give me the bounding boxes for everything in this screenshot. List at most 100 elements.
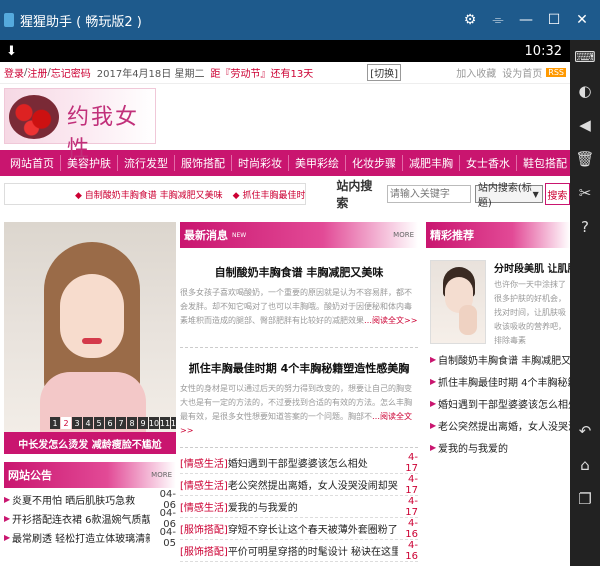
top-utility-bar: 登录 / 注册 / 忘记密码 2017年4月18日 星期二 距『劳动节』还有13… [0,62,570,84]
recommend-text[interactable]: 婚妇遇到干部型婆婆该怎么相处 [438,396,570,411]
recommend-text[interactable]: 自制酸奶丰胸食谱 丰胸减肥又美味 [438,352,570,367]
minimize-icon[interactable]: — [514,8,538,32]
slide-page[interactable]: 10 [149,417,159,429]
recommend-text[interactable]: 爱我的与我爱的 [438,440,570,455]
trash-icon[interactable]: 🗑 [570,142,600,176]
slide-page[interactable]: 9 [138,417,148,429]
notice-text[interactable]: 最常刷透 轻松打造立体玻璃清新浓 [12,530,150,545]
article-title[interactable]: 自制酸奶丰胸食谱 丰胸减肥又美味 [180,264,418,280]
news-more-link[interactable]: MORE [393,231,414,239]
scissors-icon[interactable]: ✂ [570,176,600,210]
pin-icon[interactable]: ⌯ [486,8,510,32]
site-logo[interactable]: 约我女性 [4,88,156,162]
feature-title[interactable]: 分时段美肌 让肌肤 [494,260,570,275]
maximize-icon[interactable]: ☐ [542,8,566,32]
slide-page[interactable]: 5 [94,417,104,429]
news-text[interactable]: 老公突然提出离婚，女人没哭没闹却哭了… [228,477,398,492]
nav-item[interactable]: 鞋包搭配 [517,155,570,171]
marquee-item[interactable]: ◆ 抓住丰胸最佳时期 4个丰胸秘籍塑 [233,188,306,201]
keyboard-icon[interactable]: ⌨ [570,40,600,74]
slide-page[interactable]: 2 [61,417,71,429]
article-summary: 很多女孩子喜欢喝酸奶，一个重要的原因就是认为不容易胖，都不会发胖。却不知它喝对了… [180,286,418,328]
list-item[interactable]: [情感生活] 爱我的与我爱的 4-17 [180,496,418,518]
login-link[interactable]: 登录 [4,65,24,80]
list-item[interactable]: ▶ 婚妇遇到干部型婆婆该怎么相处 [430,392,570,414]
slide-page[interactable]: 1 [50,417,60,429]
nav-item[interactable]: 服饰搭配 [175,155,232,171]
nav-item[interactable]: 女士香水 [460,155,517,171]
add-favorite-link[interactable]: 加入收藏 [456,65,496,80]
list-item[interactable]: ▶抓住丰胸最佳时期 4个丰胸秘籍塑 [430,370,570,392]
list-item[interactable]: ▶ 开衫搭配连衣裙 6款温婉气质靓搭 04-06 [4,508,176,530]
list-item[interactable]: ▶ 最常刷透 轻松打造立体玻璃清新浓 04-05 [4,527,176,549]
help-icon[interactable]: ? [570,210,600,244]
slide-page[interactable]: 11 [160,417,170,429]
volume-icon[interactable]: ◀ [570,108,600,142]
search-button[interactable]: 搜索 [544,183,570,205]
article-summary: 女性的身材是可以通过后天的努力得到改变的，想要让自己的胸变大也是有一定的方法的，… [180,382,418,438]
nav-item[interactable]: 化妆步骤 [346,155,403,171]
bullet-icon: ▶ [4,495,11,504]
hero-slideshow[interactable]: 123456789101112 [4,222,176,432]
list-item[interactable]: ▶老公突然提出离婚，女人没哭没闹 [430,414,570,436]
set-homepage-link[interactable]: 设为首页 [502,65,542,80]
slide-page[interactable]: 6 [105,417,115,429]
news-text[interactable]: 穿短不穿长让这个春天被薄外套圈粉了 [228,521,398,536]
diamond-icon: ◆ [75,190,85,201]
switch-button[interactable]: [切换] [367,64,402,81]
recommend-text[interactable]: 抓住丰胸最佳时期 4个丰胸秘籍塑 [438,374,570,389]
back-icon[interactable]: ↶ [570,414,600,448]
slide-page[interactable]: 8 [127,417,137,429]
emulator-sidebar: ⌨ ◐ ◀ 🗑 ✂ ? ↶ ⌂ ❐ [570,40,600,566]
nav-item[interactable]: 减肥丰胸 [403,155,460,171]
recommend-text[interactable]: 老公突然提出离婚，女人没哭没闹 [438,418,570,433]
news-text[interactable]: 爱我的与我爱的 [228,499,398,514]
list-item[interactable]: [服饰搭配] 穿短不穿长让这个春天被薄外套圈粉了 4-16 [180,518,418,540]
nav-item[interactable]: 时尚彩妆 [232,155,289,171]
nav-item[interactable]: 网站首页 [4,155,61,171]
forgot-password-link[interactable]: 忘记密码 [51,65,91,80]
close-icon[interactable]: ✕ [570,8,594,32]
register-link[interactable]: 注册 [27,65,47,80]
recent-apps-icon[interactable]: ❐ [570,482,600,516]
article-title[interactable]: 抓住丰胸最佳时期 4个丰胸秘籍塑造性感美胸 [180,360,418,376]
search-input[interactable] [386,185,471,203]
news-category[interactable]: [情感生活] [180,477,228,492]
notice-text[interactable]: 炎夏不用怕 晒后肌肤巧急救 [12,492,150,507]
settings-icon[interactable]: ⚙ [458,8,482,32]
search-scope-select[interactable]: 站内搜索(标题) ▼ [474,183,543,209]
nav-item[interactable]: 美甲彩绘 [289,155,346,171]
news-text[interactable]: 婚妇遇到干部型婆婆该怎么相处 [228,455,398,470]
news-text[interactable]: 平价可明星穿搭的时髦设计 秘诀在这里 [228,543,398,558]
notice-text[interactable]: 开衫搭配连衣裙 6款温婉气质靓搭 [12,511,150,526]
search-label: 站内搜索 [336,179,373,210]
window-controls: ⚙ ⌯ — ☐ ✕ [458,8,594,32]
list-item[interactable]: [情感生活] 婚妇遇到干部型婆婆该怎么相处 4-17 [180,452,418,474]
news-category[interactable]: [情感生活] [180,499,228,514]
news-category[interactable]: [服饰搭配] [180,543,228,558]
hero-caption[interactable]: 中长发怎么烫发 减龄瘦脸不尴尬 [4,432,176,454]
recommend-title: 精彩推荐 [430,229,474,242]
recommend-feature[interactable]: 分时段美肌 让肌肤 也许你一天中涂抹了很多护肤的好机会，找对时间，让肌肤吸收该吸… [430,256,570,346]
slide-page[interactable]: 4 [83,417,93,429]
list-item[interactable]: ▶ 爱我的与我爱的 [430,436,570,458]
list-item[interactable]: [服饰搭配] 平价可明星穿搭的时髦设计 秘诀在这里 4-16 [180,540,418,562]
slide-page[interactable]: 12 [171,417,176,429]
news-date: 4-16 [405,539,418,562]
marquee-item[interactable]: ◆ 自制酸奶丰胸食谱 丰胸减肥又美味 [75,188,223,201]
emulator-titlebar: 猩猩助手 ( 畅玩版2 ) ⚙ ⌯ — ☐ ✕ [0,0,600,40]
notice-more-link[interactable]: MORE [151,471,172,479]
news-category[interactable]: [服饰搭配] [180,521,228,536]
rss-icon[interactable]: RSS [546,68,566,77]
home-icon[interactable]: ⌂ [570,448,600,482]
slide-page[interactable]: 3 [72,417,82,429]
news-category[interactable]: [情感生活] [180,455,228,470]
slide-page[interactable]: 7 [116,417,126,429]
list-item[interactable]: ▶自制酸奶丰胸食谱 丰胸减肥又美味 [430,348,570,370]
list-item[interactable]: ▶ 炎夏不用怕 晒后肌肤巧急救 04-06 [4,489,176,511]
notice-header: 网站公告 MORE [4,462,176,488]
feature-image[interactable] [430,260,486,344]
shake-icon[interactable]: ◐ [570,74,600,108]
read-more-link[interactable]: …阅读全文>> [364,316,417,325]
list-item[interactable]: [情感生活]老公突然提出离婚，女人没哭没闹却哭了… 4-17 [180,474,418,496]
